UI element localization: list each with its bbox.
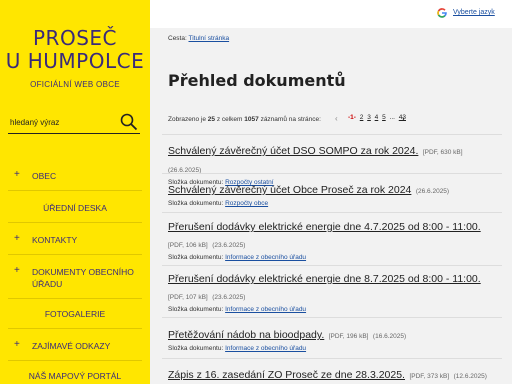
list-divider [162,265,502,266]
nav-label: KONTAKTY [32,235,78,245]
document-date: (16.6.2025) [372,333,407,340]
document-folder: Složka dokumentu: Informace z obecního ú… [168,254,498,261]
expand-plus-icon[interactable]: + [14,234,20,244]
document-link[interactable]: Přerušení dodávky elektrické energie dne… [168,221,498,234]
document-date: (23.6.2025) [212,242,246,249]
nav-divider [8,254,142,255]
expand-plus-icon[interactable]: + [14,266,20,276]
document-meta: [PDF, 196 kB] [328,333,369,340]
nav-label: FOTOGALERIE [44,309,106,319]
folder-label: Složka dokumentu: [168,345,224,352]
page-link[interactable]: 2 [360,114,364,121]
language-select-link[interactable]: Vyberte jazyk [453,9,495,16]
folder-label: Složka dokumentu: [168,254,224,261]
document-date: (23.6.2025) [212,294,246,301]
document-link[interactable]: Schválený závěrečný účet Obce Proseč za … [168,184,411,196]
document-folder: Složka dokumentu: Informace z obecního ú… [168,306,498,313]
nav-divider [8,360,142,361]
nav-divider [8,222,142,223]
list-item: Přerušení dodávky elektrické energie dne… [168,221,498,261]
document-meta: [PDF, 373 kB] [409,373,450,380]
sidebar: PROSEČ U HUMPOLCE OFICIÁLNÍ WEB OBCE + O… [0,0,150,384]
site-title-line2: U HUMPOLCE [5,49,145,73]
document-folder: Složka dokumentu: Rozpočty obce [168,200,498,207]
google-g-icon [437,8,447,18]
folder-link[interactable]: Informace z obecního úřadu [225,254,306,261]
list-divider [162,212,502,213]
nav-label: ÚŘEDNÍ DESKA [43,203,107,213]
list-item: Přetěžování nádob na bioodpady. [PDF, 19… [168,325,498,352]
search-input[interactable] [10,118,110,127]
next-page-icon[interactable]: › [402,114,405,123]
list-divider [162,317,502,318]
list-divider [162,358,502,359]
list-divider [162,134,502,135]
folder-label: Složka dokumentu: [168,306,224,313]
nav-label-line2: ÚŘADU [32,279,63,289]
site-subtitle: OFICIÁLNÍ WEB OBCE [30,80,120,89]
expand-plus-icon[interactable]: + [14,170,20,180]
folder-link[interactable]: Rozpočty obce [225,200,268,207]
document-link[interactable]: Přetěžování nádob na bioodpady. [168,329,324,341]
document-meta: [PDF, 630 kB] [422,149,463,156]
pager-shown-count: 25 [207,116,215,123]
pager-text: z celkem [216,116,243,123]
list-item: Schválený závěrečný účet Obce Proseč za … [168,180,498,207]
pager-text: záznamů na stránce: [260,116,321,123]
document-date: (26.6.2025) [415,188,450,195]
breadcrumb: Cesta: Titulní stránka [168,35,229,42]
nav-label: ZAJÍMAVÉ ODKAZY [32,341,111,351]
nav-label: DOKUMENTY OBECNÍHO ÚŘADU [32,266,134,290]
page-link[interactable]: 3 [367,114,371,121]
search-icon[interactable] [120,113,138,131]
document-meta: [PDF, 106 kB] [168,242,208,249]
pagination: -1- 2 3 4 5 ... 43 [348,114,408,121]
search-box [8,113,140,134]
prev-page-icon[interactable]: ‹ [335,114,338,123]
nav-divider [8,298,142,299]
pager-total-count: 1057 [244,116,259,123]
document-meta: [PDF, 107 kB] [168,294,208,301]
main-content: Cesta: Titulní stránka Přehled dokumentů… [150,28,512,384]
expand-plus-icon[interactable]: + [14,340,20,350]
nav-divider [8,328,142,329]
page-title: Přehled dokumentů [168,71,346,90]
list-item: Zápis z 16. zasedání ZO Proseč ze dne 28… [168,365,498,383]
document-date: (12.6.2025) [453,373,487,380]
document-folder: Složka dokumentu: Informace z obecního ú… [168,345,498,352]
pager-info: Zobrazeno je 25 z celkem 1057 záznamů na… [168,116,321,123]
page-link[interactable]: 5 [382,114,386,121]
page-ellipsis: ... [389,114,395,121]
page-current: -1- [348,114,356,121]
top-bar: Vyberte jazyk [150,0,512,29]
folder-link[interactable]: Informace z obecního úřadu [225,306,306,313]
document-link[interactable]: Schválený závěrečný účet DSO SOMPO za ro… [168,145,418,157]
list-divider [162,173,502,174]
pager-text: Zobrazeno je [168,116,206,123]
nav-label: NÁŠ MAPOVÝ PORTÁL [28,371,122,381]
document-link[interactable]: Zápis z 16. zasedání ZO Proseč ze dne 28… [168,369,405,381]
site-title[interactable]: PROSEČ U HUMPOLCE [0,27,150,73]
folder-link[interactable]: Informace z obecního úřadu [225,345,306,352]
nav-divider [8,190,142,191]
nav-label: OBEC [32,171,57,181]
folder-label: Složka dokumentu: [168,200,224,207]
nav-label-line1: DOKUMENTY OBECNÍHO [32,267,134,277]
page-link[interactable]: 4 [375,114,379,121]
site-title-line1: PROSEČ [33,26,117,50]
breadcrumb-home-link[interactable]: Titulní stránka [189,35,230,42]
breadcrumb-prefix: Cesta: [168,35,187,42]
list-item: Přerušení dodávky elektrické energie dne… [168,273,498,313]
document-link[interactable]: Přerušení dodávky elektrické energie dne… [168,273,498,286]
